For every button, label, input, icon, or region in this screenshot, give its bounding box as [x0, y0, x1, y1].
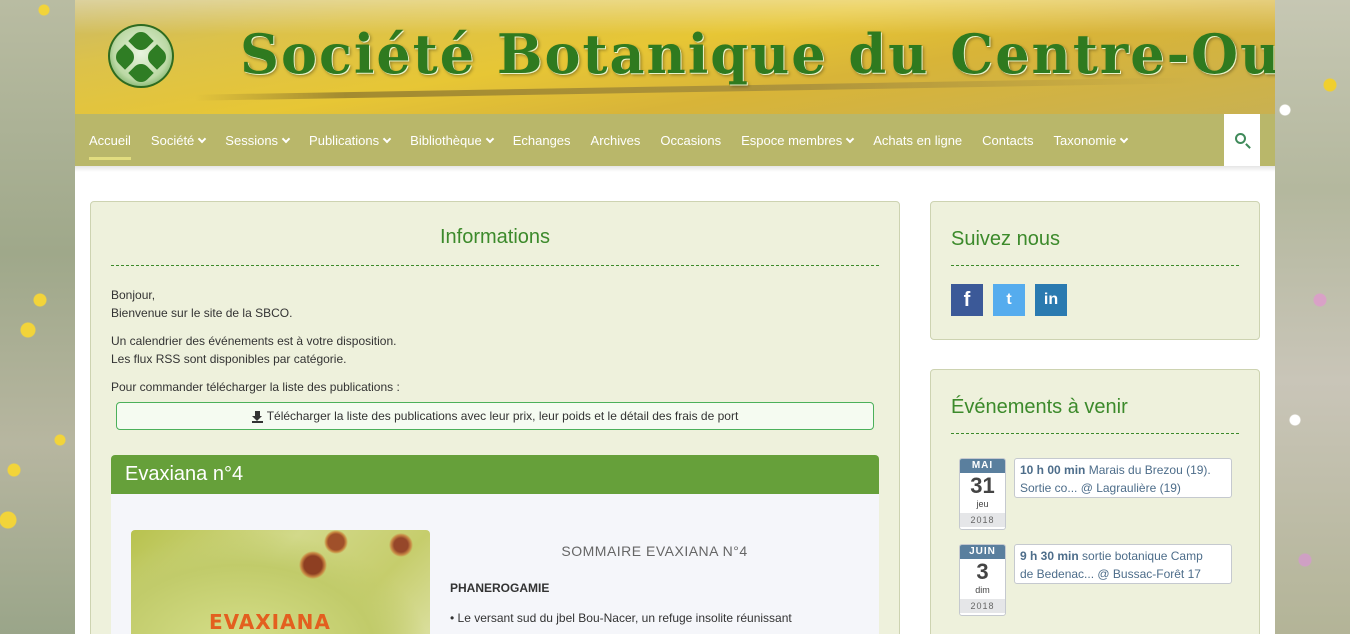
- rss-text: Les flux RSS sont disponibles par catégo…: [111, 352, 347, 366]
- nav-item-accueil[interactable]: Accueil: [89, 114, 131, 166]
- informations-body: Bonjour, Bienvenue sur le site de la SBCO…: [91, 266, 899, 396]
- search-icon: [1235, 133, 1246, 144]
- nav-label: Achats en ligne: [873, 132, 963, 148]
- informations-panel: Informations Bonjour, Bienvenue sur le si…: [90, 201, 900, 634]
- social-links: f t in: [931, 266, 1259, 316]
- nav-label: Publications: [309, 132, 380, 148]
- chevron-down-icon: [1120, 134, 1129, 143]
- site-title[interactable]: Société Botanique du Centre-Ouest: [240, 22, 1275, 86]
- event-month: MAI: [960, 459, 1005, 473]
- event-day: 3: [976, 559, 989, 584]
- nav-item-societe[interactable]: Société: [150, 114, 207, 166]
- events-title: Événements à venir: [951, 396, 1128, 418]
- event-year: 2018: [960, 513, 1005, 527]
- article-card: Evaxiana n°4 EVAXIANA SOMMAIRE EVAXIANA …: [111, 455, 879, 634]
- nav-item-contacts[interactable]: Contacts: [982, 114, 1033, 166]
- event-item[interactable]: MAI 31 jeu 2018 10 h 00 min Marais du Br…: [959, 458, 1239, 534]
- nav-shadow: [75, 166, 1275, 172]
- nav-item-echanges[interactable]: Echanges: [513, 114, 571, 166]
- logo-leaf-icon: [144, 44, 170, 70]
- sbco-logo[interactable]: [108, 24, 174, 88]
- nav-item-archives[interactable]: Archives: [591, 114, 641, 166]
- chevron-down-icon: [198, 134, 207, 143]
- nav-item-espace-membres[interactable]: Espoce membres: [741, 114, 855, 166]
- nav-label: Echanges: [512, 132, 571, 148]
- summary-title: SOMMAIRE EVAXIANA N°4: [561, 543, 748, 559]
- twitter-icon[interactable]: t: [993, 284, 1025, 316]
- page-container: Société Botanique du Centre-Ouest Accuei…: [75, 0, 1275, 634]
- greeting-text: Bonjour,: [111, 288, 156, 302]
- nav-label: Contacts: [982, 132, 1034, 148]
- event-text: sortie botanique Camp: [1078, 549, 1203, 563]
- informations-title: Informations: [439, 226, 551, 248]
- event-details-link[interactable]: 9 h 30 min sortie botanique Camp de Bede…: [1014, 544, 1232, 584]
- event-text: de Bedenac... @ Bussac-Forêt 17: [1020, 567, 1201, 581]
- event-weekday: dim: [975, 585, 990, 595]
- nav-item-bibliotheque[interactable]: Bibliothèque: [410, 114, 494, 166]
- article-summary: SOMMAIRE EVAXIANA N°4 PHANEROGAMIE • Le …: [450, 543, 859, 627]
- event-year: 2018: [960, 599, 1005, 613]
- logo-leaf-icon: [128, 60, 154, 86]
- nav-label: Taxonomie: [1053, 132, 1117, 148]
- nav-label: Bibliothèque: [410, 132, 482, 148]
- nav-item-achats[interactable]: Achats en ligne: [873, 114, 962, 166]
- event-day: 31: [970, 473, 995, 498]
- calendar-text: Un calendrier des événements est à votre…: [111, 334, 397, 348]
- events-panel: Événements à venir MAI 31 jeu 2018 10 h …: [930, 369, 1260, 634]
- chevron-down-icon: [382, 134, 392, 143]
- summary-section: PHANEROGAMIE: [450, 581, 550, 595]
- nav-item-taxonomie[interactable]: Taxonomie: [1053, 114, 1129, 166]
- left-background-photo: [0, 0, 75, 634]
- event-month: JUIN: [960, 545, 1005, 559]
- event-text: Marais du Brezou (19).: [1085, 463, 1211, 477]
- event-item[interactable]: JUIN 3 dim 2018 9 h 30 min sortie botani…: [959, 544, 1239, 620]
- event-time: 9 h 30 min: [1020, 549, 1079, 563]
- event-details-link[interactable]: 10 h 00 min Marais du Brezou (19). Sorti…: [1014, 458, 1232, 498]
- search-button[interactable]: [1224, 114, 1260, 166]
- facebook-icon[interactable]: f: [951, 284, 983, 316]
- header-banner: Société Botanique du Centre-Ouest: [75, 0, 1275, 114]
- event-text: Sortie co... @ Lagraulière (19): [1020, 481, 1181, 495]
- nav-label: Archives: [590, 132, 641, 148]
- chevron-down-icon: [281, 134, 291, 143]
- chevron-down-icon: [485, 134, 494, 143]
- download-publications-button[interactable]: Télécharger la liste des publications av…: [116, 402, 874, 430]
- article-cover-image[interactable]: EVAXIANA: [131, 530, 430, 634]
- event-date-badge: JUIN 3 dim 2018: [959, 544, 1006, 616]
- nav-label: Accueil: [89, 132, 131, 148]
- nav-item-occasions[interactable]: Occasions: [660, 114, 721, 166]
- welcome-text: Bienvenue sur le site de la SBCO.: [111, 306, 293, 320]
- cover-title: EVAXIANA: [209, 610, 331, 634]
- follow-panel: Suivez nous f t in: [930, 201, 1260, 340]
- order-text: Pour commander télécharger la liste des …: [111, 380, 400, 394]
- summary-item: • Le versant sud du jbel Bou-Nacer, un r…: [450, 611, 792, 625]
- nav-label: Sessions: [225, 132, 279, 148]
- chevron-down-icon: [846, 134, 855, 143]
- nav-item-publications[interactable]: Publications: [309, 114, 392, 166]
- divider: [951, 433, 1239, 434]
- linkedin-icon[interactable]: in: [1035, 284, 1067, 316]
- event-weekday: jeu: [976, 499, 989, 509]
- nav-label: Société: [150, 132, 195, 148]
- nav-label: Occasions: [660, 132, 722, 148]
- main-nav: Accueil Société Sessions Publications Bi…: [75, 114, 1275, 166]
- nav-item-sessions[interactable]: Sessions: [225, 114, 291, 166]
- download-label: Télécharger la liste des publications av…: [266, 409, 739, 423]
- article-title[interactable]: Evaxiana n°4: [111, 455, 879, 494]
- right-background-photo: [1275, 0, 1350, 634]
- follow-title: Suivez nous: [951, 228, 1060, 250]
- download-icon: [251, 410, 263, 423]
- nav-label: Espoce membres: [741, 132, 843, 148]
- event-time: 10 h 00 min: [1020, 463, 1086, 477]
- event-date-badge: MAI 31 jeu 2018: [959, 458, 1006, 530]
